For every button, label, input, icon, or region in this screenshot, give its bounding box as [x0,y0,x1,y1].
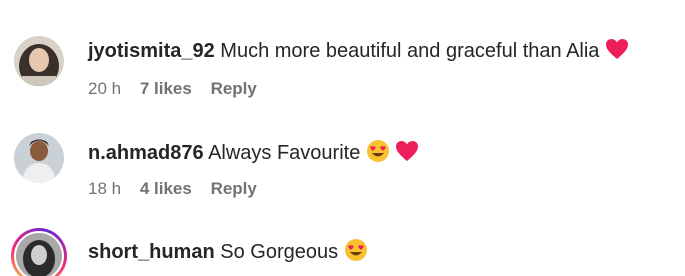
comment-username[interactable]: n.ahmad876 [88,142,204,164]
red-heart-icon [605,39,628,59]
reply-button[interactable]: Reply [211,179,257,198]
comments-list: jyotismita_92 Much more beautiful and gr… [0,0,685,276]
comment-time: 20 h [88,79,122,98]
avatar-with-story-ring[interactable] [11,228,67,276]
comment-text: Much more beautiful and graceful than Al… [220,40,600,62]
avatar-image [14,36,64,86]
avatar-image [14,133,64,183]
heart-eyes-icon [344,239,367,261]
comment-text: Always Favourite [208,142,361,164]
red-heart-icon [396,141,419,161]
comment-username[interactable]: jyotismita_92 [88,40,215,62]
comment-text: So Gorgeous [220,241,339,263]
comment-time: 18 h [88,179,122,198]
avatar[interactable] [14,133,64,183]
comment-likes[interactable]: 7 likes [140,79,192,98]
comment-username[interactable]: short_human [88,241,215,263]
heart-eyes-icon [366,140,389,162]
reply-button[interactable]: Reply [211,79,257,98]
comment-likes[interactable]: 4 likes [140,179,192,198]
avatar-image [16,233,62,276]
avatar[interactable] [14,36,64,86]
